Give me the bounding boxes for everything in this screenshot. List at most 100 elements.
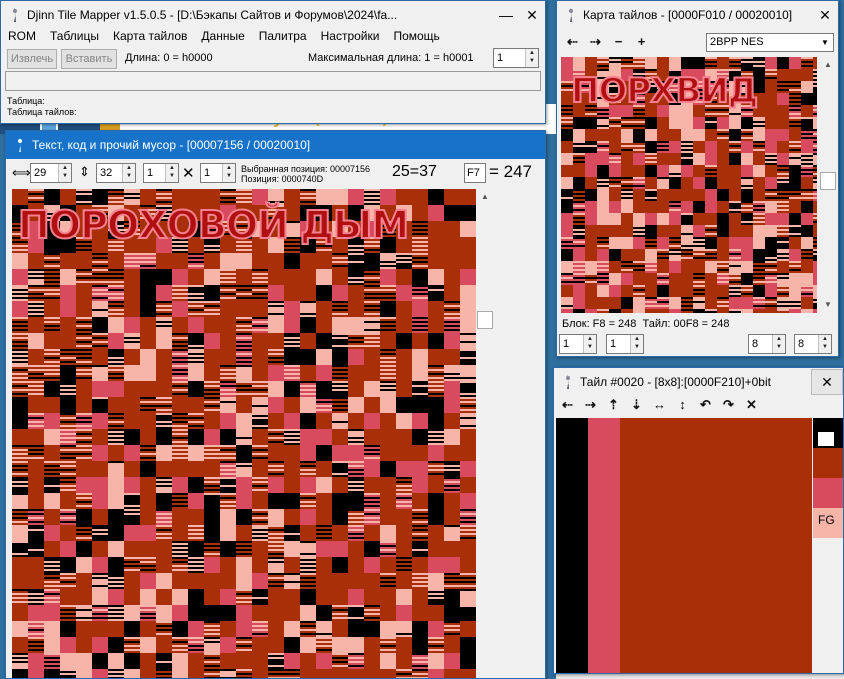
menu-palette[interactable]: Палитра	[252, 29, 314, 47]
width-arrows-icon: ⟺	[12, 165, 31, 180]
app-icon	[562, 375, 574, 389]
minus-icon[interactable]: −	[607, 33, 630, 51]
pixel-column[interactable]	[620, 418, 812, 673]
spin-arrows-icon[interactable]: ▲ ▼	[122, 164, 135, 182]
scroll-down-icon[interactable]: ▼	[819, 297, 837, 313]
palette-bar: FG	[813, 418, 843, 538]
tile-toolbar: ⇠ ⇢ ⇡ ⇣ ↔ ↕ ↶ ↷ ✕	[556, 396, 763, 414]
tilemap-banner-text: ПОРХВИД	[570, 70, 759, 112]
tilemap-canvas[interactable]: ПОРХВИД	[561, 57, 817, 313]
shift-left-icon[interactable]: ⇠	[556, 396, 579, 414]
spin-arrows-icon[interactable]: ▲ ▼	[818, 335, 831, 353]
tilemap-spinner-1[interactable]: 1 ▲ ▼	[559, 334, 597, 354]
v-mult-spinner[interactable]: 1 ▲ ▼	[200, 163, 236, 183]
height-spinner[interactable]: 32 ▲ ▼	[96, 163, 136, 183]
minimize-button[interactable]: —	[493, 7, 519, 23]
main-titlebar[interactable]: Djinn Tile Mapper v1.5.0.5 - [D:\Бэкапы …	[1, 1, 545, 29]
tile-pixel-canvas[interactable]	[556, 418, 812, 673]
main-window: Djinn Tile Mapper v1.5.0.5 - [D:\Бэкапы …	[0, 0, 546, 124]
scroll-thumb[interactable]	[477, 311, 493, 329]
text-input-bar[interactable]	[5, 71, 541, 91]
menu-rom[interactable]: ROM	[1, 29, 43, 47]
scroll-up-icon[interactable]: ▲	[476, 189, 494, 205]
width-value: 29	[34, 167, 47, 179]
rotate-right-icon[interactable]: ↷	[717, 396, 740, 414]
width-spinner[interactable]: 29 ▲ ▼	[30, 163, 72, 183]
menu-settings[interactable]: Настройки	[314, 29, 387, 47]
height-value: 32	[100, 167, 113, 179]
text-vertical-scrollbar[interactable]: ▲	[476, 189, 494, 678]
selected-marker	[818, 432, 834, 446]
tilemap-spinner-4[interactable]: 8 ▲ ▼	[794, 334, 832, 354]
spin-arrows-icon[interactable]: ▲ ▼	[583, 335, 596, 353]
max-length-spinner[interactable]: 1 ▲ ▼	[493, 48, 539, 68]
rotate-left-icon[interactable]: ↶	[694, 396, 717, 414]
clear-icon[interactable]: ✕	[740, 396, 763, 414]
scroll-thumb[interactable]	[820, 172, 836, 190]
text-window: Текст, код и прочий мусор - [00007156 / …	[5, 130, 546, 679]
format-value: 2BPP NES	[710, 36, 764, 48]
spin-arrows-icon[interactable]: ▲ ▼	[630, 335, 643, 353]
length-label: Длина: 0 = h0000	[125, 52, 213, 64]
h-mult-spinner[interactable]: 1 ▲ ▼	[143, 163, 179, 183]
tile-titlebar[interactable]: Тайл #0020 - [8x8]:[0000F210]+0bit ✕	[554, 368, 843, 396]
flip-vertical-icon[interactable]: ↕	[671, 396, 694, 414]
spin-value: 1	[610, 338, 617, 350]
tile-window-title: Тайл #0020 - [8x8]:[0000F210]+0bit	[580, 375, 771, 389]
menu-tables[interactable]: Таблицы	[43, 29, 106, 47]
text-titlebar[interactable]: Текст, код и прочий мусор - [00007156 / …	[6, 131, 545, 159]
menu-help[interactable]: Помощь	[386, 29, 446, 47]
pixel-column[interactable]	[588, 418, 620, 673]
main-window-title: Djinn Tile Mapper v1.5.0.5 - [D:\Бэкапы …	[27, 8, 398, 22]
spin-value: 1	[563, 338, 570, 350]
tilemap-titlebar[interactable]: Карта тайлов - [0000F010 / 00020010] ✕	[557, 1, 838, 29]
shift-down-icon[interactable]: ⇣	[625, 396, 648, 414]
palette-swatch-pink[interactable]	[813, 478, 843, 508]
arrow-left-icon[interactable]: ⇠	[561, 33, 584, 51]
close-button[interactable]: ✕	[812, 7, 838, 24]
tilemap-window: Карта тайлов - [0000F010 / 00020010] ✕ ⇠…	[556, 0, 839, 357]
palette-swatch-black[interactable]	[813, 418, 843, 448]
spin-arrows-icon[interactable]: ▲ ▼	[58, 164, 71, 182]
arrow-right-icon[interactable]: ⇢	[584, 33, 607, 51]
hex-eq-label: 25=37	[392, 163, 437, 180]
multiply-icon: ✕	[182, 165, 195, 182]
flip-horizontal-icon[interactable]: ↔	[648, 396, 671, 414]
plus-icon[interactable]: +	[630, 33, 653, 51]
max-length-value: 1	[497, 52, 504, 64]
close-button[interactable]: ✕	[519, 7, 545, 24]
scroll-up-icon[interactable]: ▲	[819, 57, 837, 73]
v-mult-value: 1	[204, 167, 211, 179]
text-window-title: Текст, код и прочий мусор - [00007156 / …	[32, 138, 311, 152]
pixel-column[interactable]	[556, 418, 588, 673]
spin-arrows-icon[interactable]: ▲ ▼	[222, 164, 235, 182]
tile-table-label: Таблица тайлов:	[7, 107, 77, 117]
text-tile-canvas[interactable]: ПОРОХОВОЙ ДЫМ	[12, 189, 476, 678]
palette-swatch-light[interactable]: FG	[813, 508, 843, 538]
position-label: Позиция: 0000740D	[241, 174, 324, 184]
spin-arrows-icon[interactable]: ▲ ▼	[772, 335, 785, 353]
key-box[interactable]: F7	[464, 163, 486, 183]
tilemap-spinner-2[interactable]: 1 ▲ ▼	[606, 334, 644, 354]
tile-window: Тайл #0020 - [8x8]:[0000F210]+0bit ✕ ⇠ ⇢ ⇡…	[553, 367, 844, 674]
format-select[interactable]: 2BPP NES ▼	[706, 33, 834, 52]
fg-label: FG	[818, 513, 835, 527]
app-icon	[14, 138, 26, 152]
menu-data[interactable]: Данные	[194, 29, 251, 47]
app-icon	[565, 8, 577, 22]
insert-button[interactable]: Вставить	[61, 49, 117, 69]
selected-position-label: Выбранная позиция: 00007156	[241, 164, 370, 174]
palette-swatch-dark[interactable]	[813, 448, 843, 478]
tilemap-toolbar: ⇠ ⇢ − +	[561, 33, 653, 51]
tilemap-vertical-scrollbar[interactable]: ▲ ▼	[819, 57, 837, 313]
spin-arrows-icon[interactable]: ▲ ▼	[525, 49, 538, 67]
menu-tilemap[interactable]: Карта тайлов	[106, 29, 194, 47]
shift-right-icon[interactable]: ⇢	[579, 396, 602, 414]
extract-button[interactable]: Извлечь	[7, 49, 57, 69]
spin-arrows-icon[interactable]: ▲ ▼	[165, 164, 178, 182]
shift-up-icon[interactable]: ⇡	[602, 396, 625, 414]
chevron-down-icon[interactable]: ▼	[817, 34, 833, 51]
close-button[interactable]: ✕	[811, 369, 843, 395]
h-mult-value: 1	[147, 167, 154, 179]
tilemap-spinner-3[interactable]: 8 ▲ ▼	[748, 334, 786, 354]
